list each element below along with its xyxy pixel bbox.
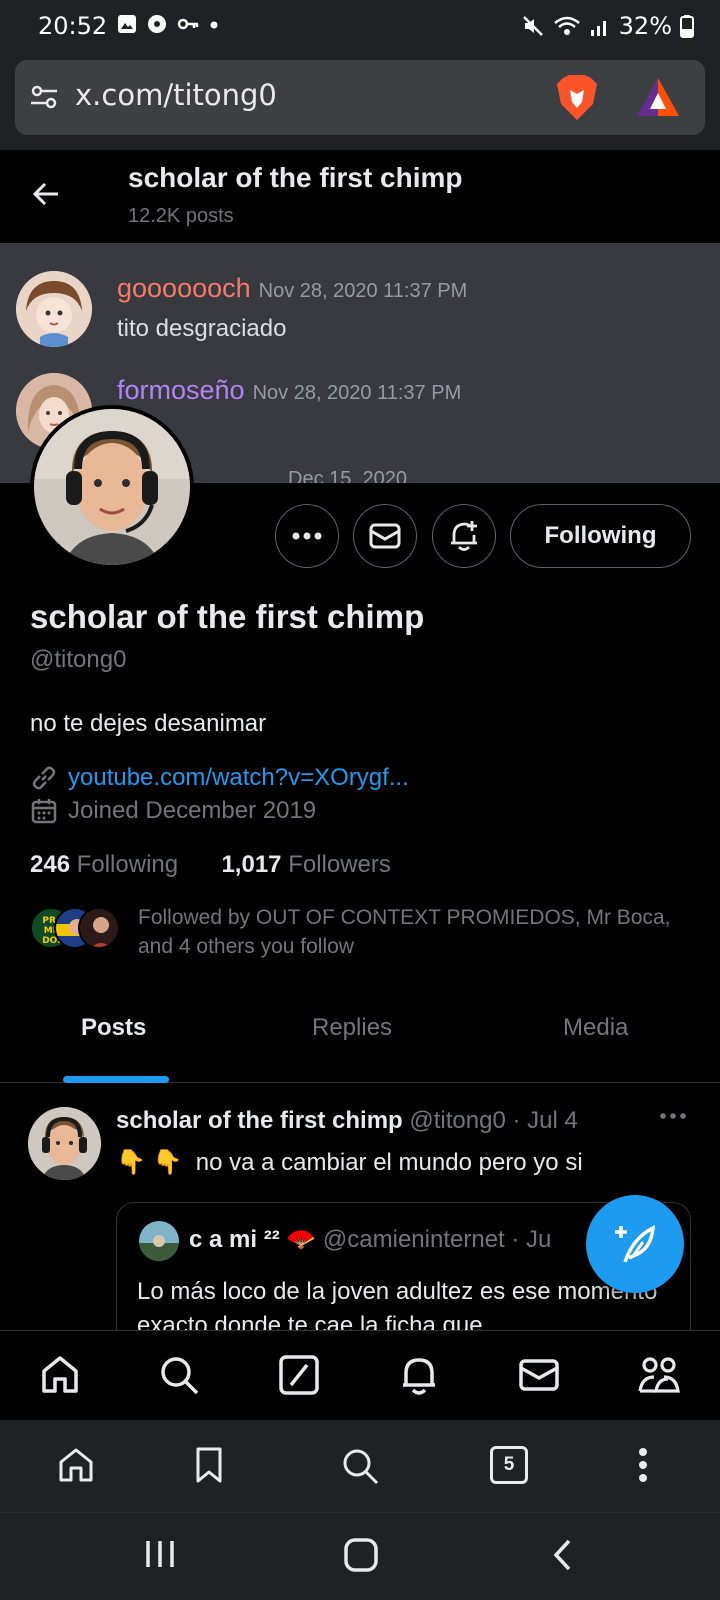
profile-bio: no te dejes desanimar: [30, 710, 267, 737]
message-button[interactable]: [353, 504, 417, 568]
bell-plus-icon: [451, 521, 477, 551]
back-arrow-icon[interactable]: [30, 178, 62, 210]
app-bottom-nav: [0, 1330, 720, 1420]
key-icon: [177, 18, 199, 30]
notifications-icon[interactable]: [397, 1353, 441, 1397]
status-bar: 20:52 32%: [0, 0, 720, 52]
post-author-name[interactable]: scholar of the first chimp: [116, 1107, 403, 1134]
messages-icon[interactable]: [517, 1353, 561, 1397]
tabs-count: 5: [503, 1454, 515, 1475]
home-button-icon[interactable]: [343, 1537, 379, 1573]
active-tab-indicator: [63, 1076, 169, 1083]
grok-icon[interactable]: [277, 1353, 321, 1397]
envelope-icon: [369, 523, 401, 549]
tabs-count-button[interactable]: 5: [490, 1446, 528, 1484]
more-horizontal-icon: [292, 532, 322, 540]
profile-link[interactable]: youtube.com/watch?v=XOrygf...: [68, 764, 409, 792]
banner-username: gooooooch Nov 28, 2020 11:37 PM: [117, 273, 468, 303]
more-options-button[interactable]: [275, 504, 339, 568]
followed-by-text[interactable]: Followed by OUT OF CONTEXT PROMIEDOS, Mr…: [138, 903, 698, 961]
search-icon[interactable]: [157, 1353, 201, 1397]
banner-partial-date: Dec 15, 2020: [288, 468, 407, 483]
profile-joined: Joined December 2019: [68, 797, 317, 824]
battery-icon: [680, 15, 694, 38]
signal-icon: [590, 21, 606, 36]
battery-percent: 32%: [618, 12, 672, 40]
bookmark-icon[interactable]: [194, 1446, 224, 1484]
profile-link-row: youtube.com/watch?v=XOrygf...: [30, 764, 409, 792]
post-meta: @titong0 · Jul 4: [409, 1107, 578, 1134]
system-nav-bar: [0, 1512, 720, 1600]
following-button[interactable]: Following: [510, 504, 691, 568]
dot-icon: [210, 21, 218, 29]
communities-icon[interactable]: [636, 1353, 682, 1397]
follow-counts: 246 Following 1,017 Followers: [30, 851, 391, 879]
browser-toolbar: x.com/titong0: [0, 52, 720, 150]
tab-posts[interactable]: Posts: [81, 1014, 146, 1042]
banner-message-text: tito desgraciado: [117, 315, 287, 342]
post-author-avatar[interactable]: [28, 1107, 101, 1180]
follower-avatar: [78, 907, 120, 949]
tab-media[interactable]: Media: [563, 1014, 628, 1042]
url-text[interactable]: x.com/titong0: [75, 78, 277, 112]
back-button-icon[interactable]: [550, 1537, 574, 1573]
compose-post-button[interactable]: [586, 1195, 684, 1293]
banner-username: formoseño Nov 28, 2020 11:37 PM: [117, 375, 462, 405]
quote-author-avatar: [139, 1221, 179, 1261]
browser-search-icon[interactable]: [340, 1446, 380, 1486]
post-header: scholar of the first chimp @titong0 · Ju…: [116, 1107, 578, 1135]
soccer-ball-icon: [148, 15, 166, 33]
recents-icon[interactable]: [143, 1537, 177, 1571]
profile-avatar[interactable]: [30, 405, 194, 569]
post-text: 👇 👇 no va a cambiar el mundo pero yo si: [116, 1149, 583, 1176]
address-bar[interactable]: x.com/titong0: [15, 60, 705, 135]
brave-shields-icon[interactable]: [555, 74, 599, 122]
profile-joined-row: Joined December 2019: [30, 797, 316, 825]
browser-menu-icon[interactable]: [636, 1446, 650, 1484]
quote-author-name: c a mi ²² 🪭: [189, 1226, 317, 1253]
post-more-icon[interactable]: [660, 1112, 686, 1120]
browser-home-icon[interactable]: [57, 1446, 95, 1484]
wifi-icon: [553, 16, 580, 35]
browser-bottom-bar: 5: [0, 1420, 720, 1512]
following-count-link[interactable]: 246 Following: [30, 851, 178, 878]
link-icon: [32, 766, 56, 790]
banner-avatar: [16, 271, 92, 347]
home-icon[interactable]: [38, 1353, 82, 1397]
followed-by-avatars[interactable]: PRO MIE DOS: [30, 907, 120, 951]
profile-header: scholar of the first chimp 12.2K posts: [0, 150, 720, 243]
site-settings-icon[interactable]: [29, 82, 59, 112]
profile-tabs: Posts Replies Media: [0, 990, 720, 1083]
notify-button[interactable]: [432, 504, 496, 568]
profile-display-name: scholar of the first chimp: [30, 598, 425, 635]
notification-icons: [117, 14, 219, 34]
quote-header: c a mi ²² 🪭 @camieninternet · Ju: [189, 1225, 551, 1254]
mute-icon: [522, 16, 543, 36]
profile-handle: @titong0: [30, 646, 127, 673]
feather-plus-icon: [615, 1225, 656, 1263]
calendar-icon: [31, 799, 57, 824]
status-time: 20:52: [38, 12, 108, 40]
system-icons: 32%: [521, 12, 694, 40]
followers-count-link[interactable]: 1,017 Followers: [221, 851, 390, 878]
brave-rewards-icon[interactable]: [635, 76, 681, 118]
gallery-icon: [118, 15, 136, 33]
header-posts-count: 12.2K posts: [128, 205, 234, 227]
tab-replies[interactable]: Replies: [312, 1014, 392, 1042]
quote-meta: @camieninternet · Ju: [322, 1226, 552, 1253]
header-title: scholar of the first chimp: [128, 162, 463, 193]
